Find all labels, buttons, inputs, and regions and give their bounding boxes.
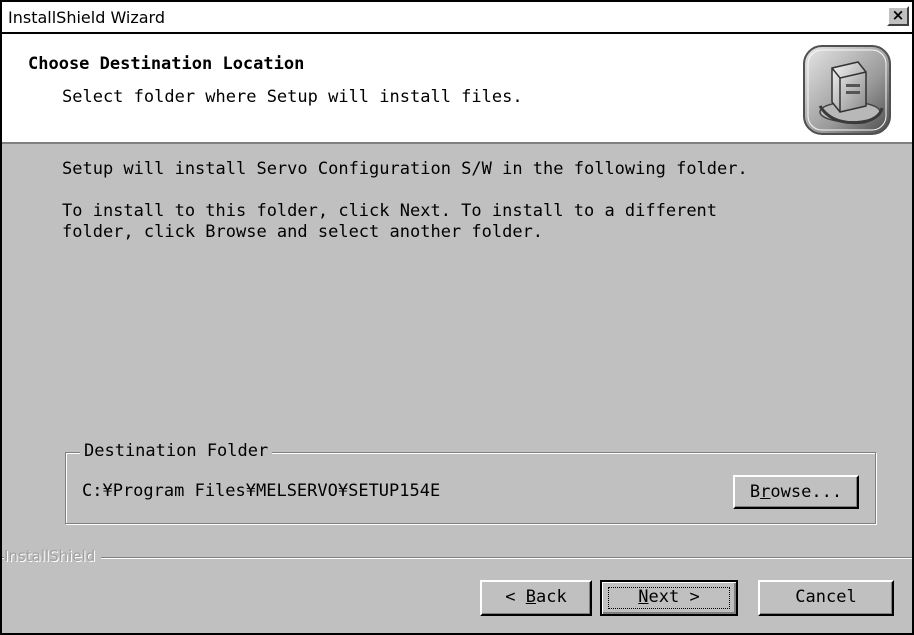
window-title: InstallShield Wizard <box>8 8 166 27</box>
setup-computer-icon <box>803 45 891 135</box>
back-button-label: < Back <box>505 587 567 607</box>
close-icon: × <box>891 6 905 24</box>
install-target-text: Setup will install Servo Configuration S… <box>62 159 748 179</box>
cancel-button-label: Cancel <box>795 587 857 607</box>
destination-folder-path: C:¥Program Files¥MELSERVO¥SETUP154E <box>82 481 441 501</box>
focus-rectangle <box>608 587 730 609</box>
page-subtitle: Select folder where Setup will install f… <box>62 87 523 107</box>
back-button[interactable]: < Back <box>480 580 592 616</box>
title-bar[interactable]: InstallShield Wizard × <box>2 2 912 34</box>
installshield-divider <box>2 557 912 559</box>
installshield-brand: InstallShield <box>4 547 102 565</box>
next-button[interactable]: Next > <box>600 580 738 616</box>
page-title: Choose Destination Location <box>28 54 305 74</box>
wizard-header: Choose Destination Location Select folde… <box>2 34 912 144</box>
cancel-button[interactable]: Cancel <box>758 580 894 616</box>
destination-folder-group: Destination Folder C:¥Program Files¥MELS… <box>65 441 876 524</box>
instructions-line-2: folder, click Browse and select another … <box>62 222 544 242</box>
browse-button-label: Browse... <box>749 482 843 502</box>
destination-folder-legend: Destination Folder <box>80 441 273 461</box>
browse-button[interactable]: Browse... <box>733 475 859 509</box>
close-button[interactable]: × <box>887 6 909 26</box>
instructions-line-1: To install to this folder, click Next. T… <box>62 201 718 221</box>
installshield-wizard-window: InstallShield Wizard × Choose Destinatio… <box>0 0 914 635</box>
